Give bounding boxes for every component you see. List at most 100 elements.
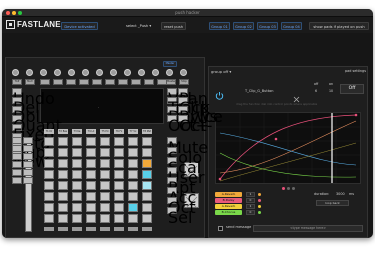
pad-r2-c4[interactable] xyxy=(86,148,96,157)
envelope-graph[interactable] xyxy=(215,112,361,184)
left-button-5[interactable]: Fixed xyxy=(12,124,54,144)
encoder-knob-4[interactable] xyxy=(54,69,61,76)
pad-r7-c7[interactable] xyxy=(128,203,138,212)
bottom-button-5[interactable] xyxy=(100,227,110,231)
track-label-4[interactable]: T4 Ld xyxy=(86,129,96,134)
top-button-9[interactable] xyxy=(118,79,128,85)
device-select[interactable]: select _Push ▾ xyxy=(126,22,151,30)
right-button-6[interactable]: Brws xyxy=(178,106,218,126)
pad-r3-c8[interactable] xyxy=(142,159,152,168)
encoder-knob-1[interactable] xyxy=(12,69,19,76)
pad-r2-c2[interactable] xyxy=(58,148,68,157)
bottom-button-4[interactable] xyxy=(86,227,96,231)
pad-r7-c4[interactable] xyxy=(86,203,96,212)
encoder-knob-13[interactable] xyxy=(180,69,187,76)
right-button-8[interactable]: Oct- xyxy=(178,115,212,135)
top-button-1[interactable]: TAP xyxy=(12,79,22,85)
bottom-button-8[interactable] xyxy=(142,227,152,231)
encoder-knob-11[interactable] xyxy=(152,69,159,76)
pad-r7-c5[interactable] xyxy=(100,203,110,212)
pad-r8-c6[interactable] xyxy=(114,214,124,223)
bottom-button-3[interactable] xyxy=(72,227,82,231)
pad-r4-c8[interactable] xyxy=(142,170,152,179)
left-grid-button-8[interactable] xyxy=(23,161,33,168)
left-grid-button-4[interactable] xyxy=(23,145,33,152)
pad-r4-c5[interactable] xyxy=(100,170,110,179)
encoder-knob-12[interactable] xyxy=(166,69,173,76)
left-button-4[interactable]: Quant xyxy=(12,115,62,135)
pad-r4-c3[interactable] xyxy=(72,170,82,179)
left-grid-button-6[interactable] xyxy=(23,153,33,160)
pad-r7-c8[interactable] xyxy=(142,203,152,212)
left-grid-button-2[interactable] xyxy=(23,137,33,144)
pad-r8-c2[interactable] xyxy=(58,214,68,223)
bottom-button-2[interactable] xyxy=(58,227,68,231)
pad-r7-c3[interactable] xyxy=(72,203,82,212)
left-grid-button-5[interactable] xyxy=(12,153,22,160)
pad-r2-c7[interactable] xyxy=(128,148,138,157)
pad-r6-c8[interactable] xyxy=(142,192,152,201)
pad-r8-c5[interactable] xyxy=(100,214,110,223)
track-label-6[interactable]: T6 Fx xyxy=(114,129,124,134)
page-dot-3[interactable] xyxy=(292,187,295,190)
scene-button-8[interactable]: Sel xyxy=(167,207,192,227)
pad-r4-c2[interactable] xyxy=(58,170,68,179)
pad-r8-c7[interactable] xyxy=(128,214,138,223)
mapping-value-1[interactable]: 1 xyxy=(246,192,255,197)
encoder-knob-8[interactable] xyxy=(110,69,117,76)
pad-r1-c1[interactable] xyxy=(44,137,54,146)
top-button-13[interactable]: Master xyxy=(166,79,176,85)
top-button-4[interactable] xyxy=(53,79,63,85)
pad-r5-c5[interactable] xyxy=(100,181,110,190)
track-label-3[interactable]: T3 Ke xyxy=(72,129,82,134)
pad-r6-c3[interactable] xyxy=(72,192,82,201)
top-button-11[interactable] xyxy=(144,79,154,85)
scene-button-5[interactable]: Rpt xyxy=(167,177,196,197)
pad-r1-c7[interactable] xyxy=(128,137,138,146)
track-label-5[interactable]: T5 Pd xyxy=(100,129,110,134)
group-button-2[interactable]: Group 02 xyxy=(233,22,254,30)
power-icon[interactable] xyxy=(215,85,224,100)
pad-r3-c5[interactable] xyxy=(100,159,110,168)
encoder-knob-3[interactable] xyxy=(40,69,47,76)
bottom-button-6[interactable] xyxy=(114,227,124,231)
left-grid-button-7[interactable] xyxy=(12,161,22,168)
pad-r2-c1[interactable] xyxy=(44,148,54,157)
reset-push-button[interactable]: reset push xyxy=(161,22,186,30)
pad-r2-c6[interactable] xyxy=(114,148,124,157)
pad-r2-c5[interactable] xyxy=(100,148,110,157)
pad-r5-c3[interactable] xyxy=(72,181,82,190)
top-button-5[interactable] xyxy=(66,79,76,85)
pad-r2-c3[interactable] xyxy=(72,148,82,157)
pad-r4-c1[interactable] xyxy=(44,170,54,179)
pad-r3-c6[interactable] xyxy=(114,159,124,168)
right-button-2[interactable]: Pan xyxy=(178,88,208,108)
close-icon[interactable] xyxy=(293,88,300,103)
top-button-7[interactable] xyxy=(92,79,102,85)
left-button-3[interactable]: Dbl xyxy=(12,106,40,126)
left-grid-button-9[interactable] xyxy=(12,169,22,176)
pad-r3-c3[interactable] xyxy=(72,159,82,168)
pad-r1-c6[interactable] xyxy=(114,137,124,146)
message-input[interactable]: <type message here> xyxy=(253,225,363,232)
pad-r4-c6[interactable] xyxy=(114,170,124,179)
left-grid-button-1[interactable] xyxy=(12,137,22,144)
scene-button-2[interactable]: Solo xyxy=(167,147,202,167)
top-button-8[interactable] xyxy=(105,79,115,85)
bottom-button-1[interactable] xyxy=(44,227,54,231)
encoder-knob-9[interactable] xyxy=(124,69,131,76)
left-button-2[interactable]: Del xyxy=(12,97,40,117)
right-button-1[interactable]: Vol xyxy=(167,88,192,108)
pad-r5-c1[interactable] xyxy=(44,181,54,190)
pad-r4-c4[interactable] xyxy=(86,170,96,179)
encoder-knob-7[interactable] xyxy=(96,69,103,76)
scene-button-6[interactable]: Acc xyxy=(167,187,196,207)
group-button-1[interactable]: Group 01 xyxy=(209,22,230,30)
group-button-3[interactable]: Group 03 xyxy=(257,22,278,30)
left-grid-button-11[interactable] xyxy=(12,177,22,184)
page-dot-2[interactable] xyxy=(287,187,290,190)
right-button-7[interactable]: Oct+ xyxy=(167,115,209,135)
mapping-chip-3[interactable]: A-Reverb xyxy=(215,204,242,209)
pad-r3-c1[interactable] xyxy=(44,159,54,168)
right-button-5[interactable]: Device xyxy=(167,106,223,126)
